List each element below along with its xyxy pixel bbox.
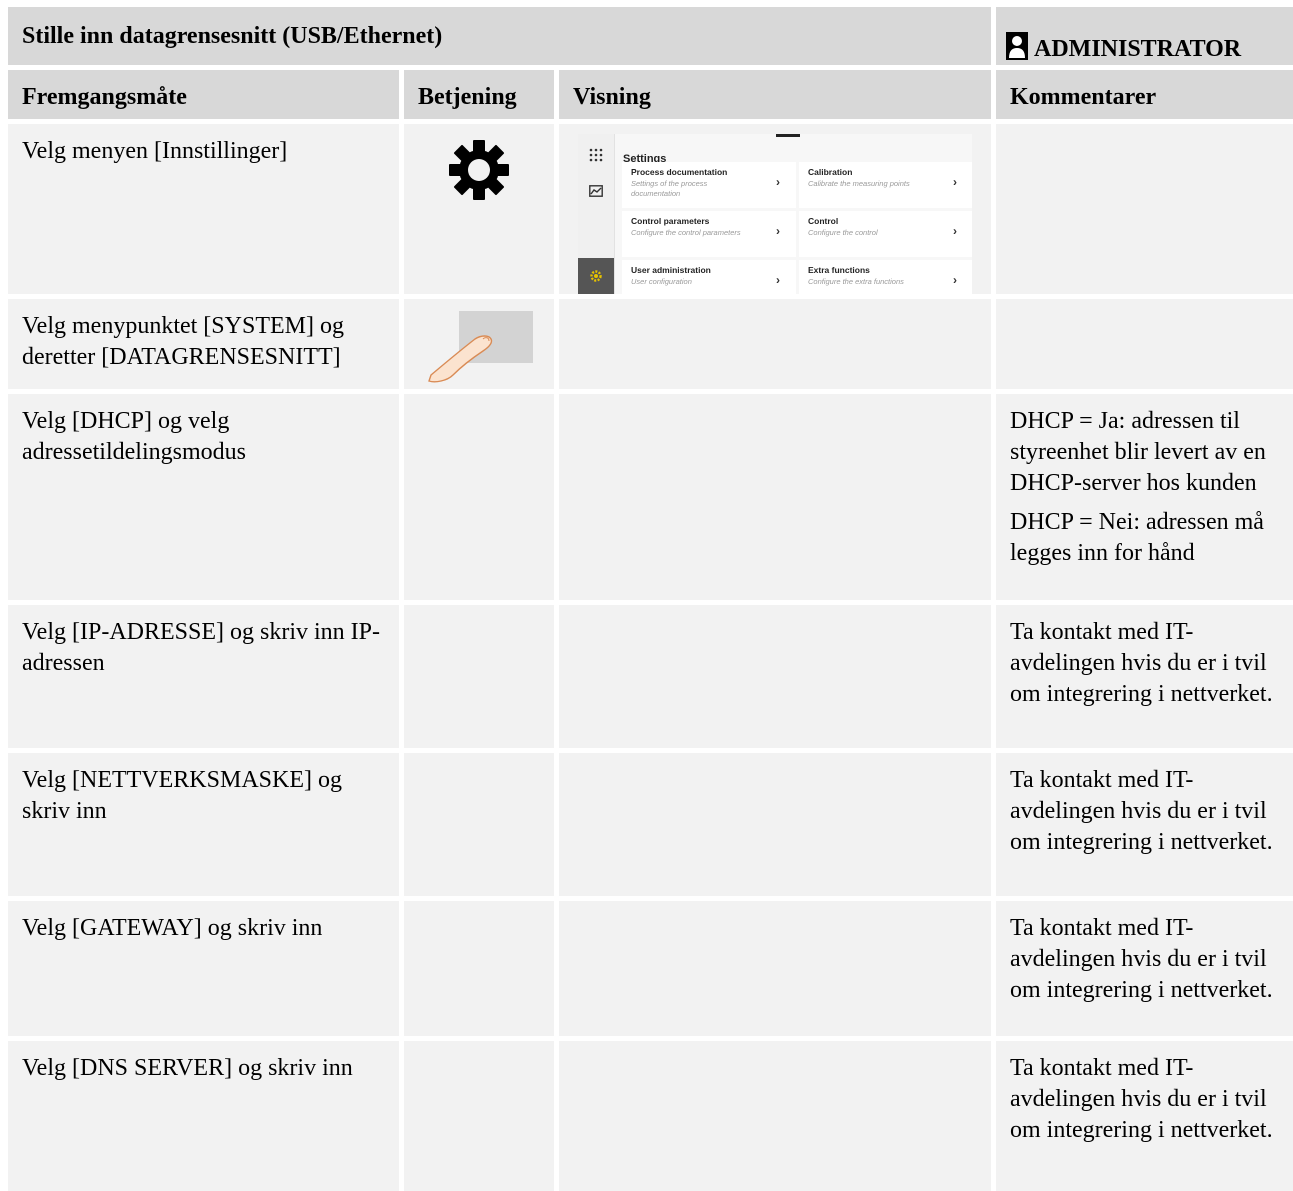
tile-subtitle: Configure the extra functions — [808, 277, 904, 286]
procedure-cell: Velg [GATEWAY] og skriv inn — [8, 901, 399, 1036]
comment-cell: DHCP = Ja: adressen til styreenhet blir … — [996, 394, 1293, 600]
tile-process-documentation: Process documentation Settings of the pr… — [622, 162, 796, 208]
apps-grid-icon — [587, 146, 605, 164]
procedure-cell: Velg [NETTVERKSMASKE] og skriv inn — [8, 753, 399, 896]
tile-control-parameters: Control parameters Configure the control… — [622, 211, 796, 257]
procedure-cell: Velg [IP-ADRESSE] og skriv inn IP-adress… — [8, 605, 399, 748]
role-badge: ADMINISTRATOR — [996, 7, 1293, 65]
tile-subtitle: Settings of the process documentation — [631, 179, 708, 198]
tile-calibration: Calibration Calibrate the measuring poin… — [799, 162, 972, 208]
operation-cell — [404, 605, 554, 748]
role-label: ADMINISTRATOR — [1034, 36, 1242, 62]
tile-title: Process documentation — [631, 167, 728, 177]
tile-extra-functions: Extra functions Configure the extra func… — [799, 260, 972, 294]
tile-title: Extra functions — [808, 265, 870, 275]
comment-text: Ta kontakt med IT-avdelingen hvis du er … — [1010, 767, 1273, 855]
display-cell — [559, 394, 991, 600]
display-cell — [559, 1041, 991, 1191]
comment-cell: Ta kontakt med IT-avdelingen hvis du er … — [996, 753, 1293, 896]
column-header-comments: Kommentarer — [996, 70, 1293, 119]
comment-cell — [996, 124, 1293, 294]
display-cell — [559, 753, 991, 896]
display-cell — [559, 299, 991, 389]
operation-cell — [404, 394, 554, 600]
comment-text: Ta kontakt med IT-avdelingen hvis du er … — [1010, 1055, 1273, 1143]
tile-title: Calibration — [808, 167, 853, 177]
touch-finger-icon — [428, 311, 533, 383]
comment-cell: Ta kontakt med IT-avdelingen hvis du er … — [996, 901, 1293, 1036]
comment-text: DHCP = Nei: adressen må legges inn for h… — [1010, 509, 1264, 566]
procedure-cell: Velg menyen [Innstillinger] — [8, 124, 399, 294]
comment-cell — [996, 299, 1293, 389]
settings-nav-icon — [578, 258, 614, 294]
tile-title: User administration — [631, 265, 711, 275]
display-cell — [559, 605, 991, 748]
tile-user-administration: User administration User configuration › — [622, 260, 796, 294]
tile-subtitle: Configure the control — [808, 228, 878, 237]
comment-text: Ta kontakt med IT-avdelingen hvis du er … — [1010, 915, 1273, 1003]
display-cell: Settings Process documentation Settings … — [559, 124, 991, 294]
comment-text: DHCP = Ja: adressen til styreenhet blir … — [1010, 408, 1266, 496]
chevron-right-icon: › — [776, 175, 780, 189]
tile-subtitle: Calibrate the measuring points — [808, 179, 910, 188]
display-cell — [559, 901, 991, 1036]
column-header-display: Visning — [559, 70, 991, 119]
operation-cell — [404, 753, 554, 896]
procedure-cell: Velg [DHCP] og velg adressetildelingsmod… — [8, 394, 399, 600]
tile-title: Control parameters — [631, 216, 710, 226]
operation-cell — [404, 1041, 554, 1191]
chevron-right-icon: › — [776, 224, 780, 238]
settings-screenshot: Settings Process documentation Settings … — [578, 134, 972, 294]
instruction-table: Stille inn datagrensesnitt (USB/Ethernet… — [8, 7, 1293, 1191]
column-header-procedure: Fremgangsmåte — [8, 70, 399, 119]
tile-subtitle: Configure the control parameters — [631, 228, 741, 237]
table-title: Stille inn datagrensesnitt (USB/Ethernet… — [8, 7, 991, 65]
tile-control: Control Configure the control › — [799, 211, 972, 257]
tile-title: Control — [808, 216, 839, 226]
chevron-right-icon: › — [953, 273, 957, 287]
procedure-cell: Velg [DNS SERVER] og skriv inn — [8, 1041, 399, 1191]
chevron-right-icon: › — [953, 224, 957, 238]
procedure-cell: Velg menypunktet [SYSTEM] og deretter [D… — [8, 299, 399, 389]
comment-text: Ta kontakt med IT-avdelingen hvis du er … — [1010, 619, 1273, 707]
chevron-right-icon: › — [953, 175, 957, 189]
operation-cell — [404, 901, 554, 1036]
gear-icon — [449, 140, 509, 200]
operation-cell — [404, 299, 554, 389]
column-header-operation: Betjening — [404, 70, 554, 119]
comment-cell: Ta kontakt med IT-avdelingen hvis du er … — [996, 605, 1293, 748]
user-icon — [1006, 32, 1028, 60]
chevron-right-icon: › — [776, 273, 780, 287]
comment-cell: Ta kontakt med IT-avdelingen hvis du er … — [996, 1041, 1293, 1191]
nav-rail — [578, 134, 615, 294]
operation-cell — [404, 124, 554, 294]
tile-subtitle: User configuration — [631, 277, 692, 286]
top-indicator — [776, 134, 800, 137]
chart-icon — [587, 182, 605, 200]
